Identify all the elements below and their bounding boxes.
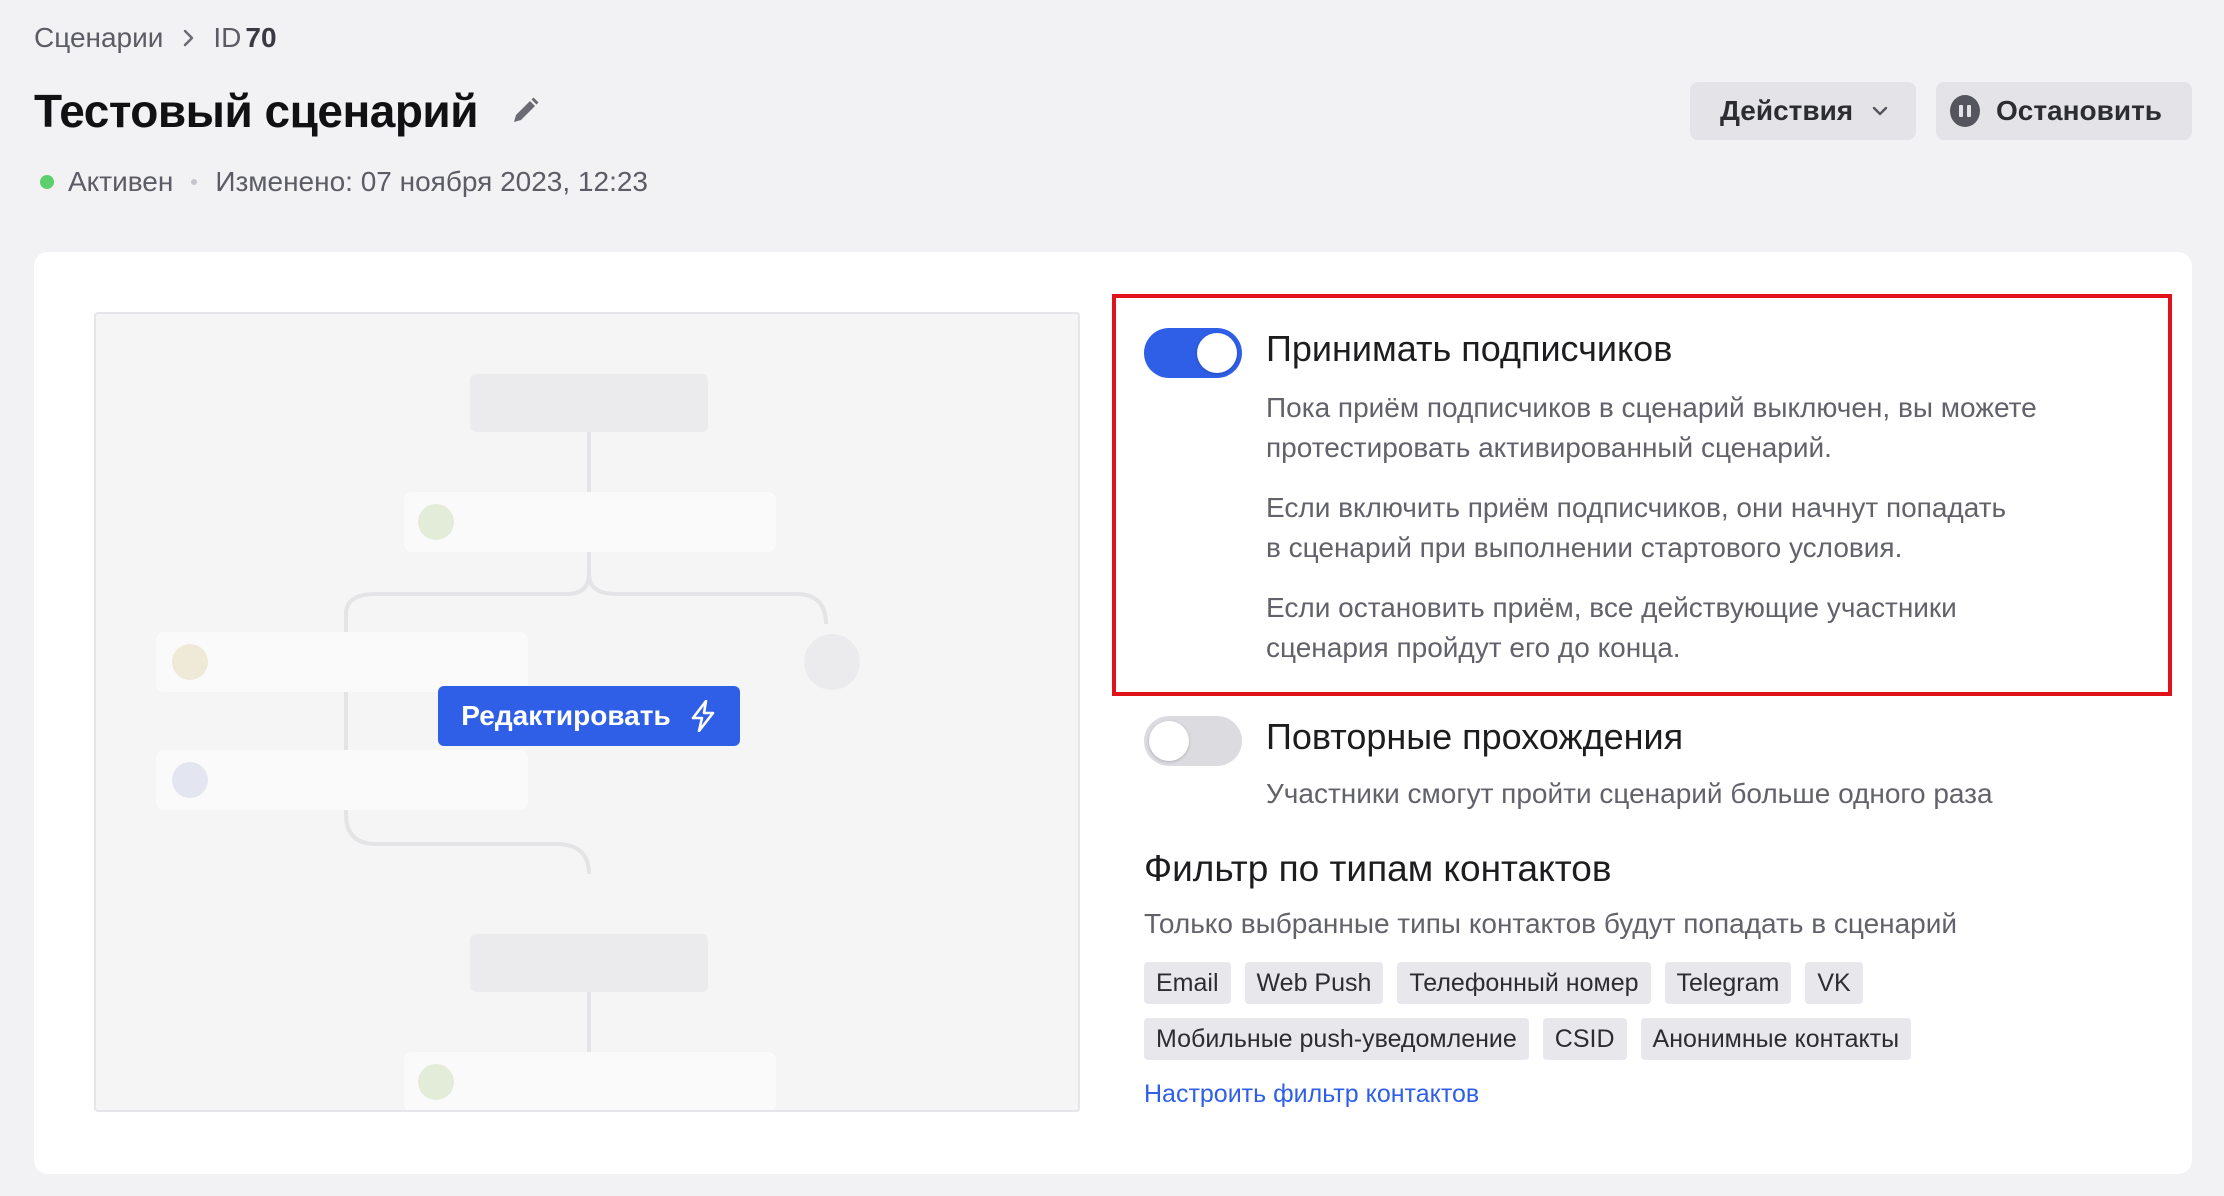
accept-desc-2-line-2: в сценарий при выполнении стартового усл…: [1266, 532, 1903, 563]
accept-subscribers-title: Принимать подписчиков: [1266, 328, 1673, 369]
chip-anonymous: Анонимные контакты: [1640, 1018, 1912, 1060]
accept-subscribers-toggle[interactable]: [1144, 328, 1242, 378]
filter-section-desc: Только выбранные типы контактов будут по…: [1144, 908, 1958, 939]
accept-desc-1: Пока приём подписчиков в сценарий выключ…: [1266, 388, 2037, 468]
chevron-down-icon: [1869, 100, 1891, 122]
bolt-icon: [689, 700, 717, 732]
chip-csid: CSID: [1542, 1018, 1627, 1060]
accept-desc-3-line-1: Если остановить приём, все действующие у…: [1266, 592, 1957, 623]
breadcrumb-scenarios-link[interactable]: Сценарии: [34, 22, 163, 54]
scenario-preview: Редактировать: [94, 312, 1080, 1112]
repeat-passes-desc: Участники смогут пройти сценарий больше …: [1266, 778, 1993, 809]
separator-dot: [191, 179, 198, 185]
pencil-icon[interactable]: [508, 94, 542, 128]
scenario-card: Редактировать Принимать подписчиков Пока…: [34, 252, 2192, 1174]
accept-desc-2-line-1: Если включить приём подписчиков, они нач…: [1266, 492, 2007, 523]
chip-vk: VK: [1805, 962, 1863, 1004]
pause-icon: [1950, 95, 1980, 127]
toggle-knob: [1149, 721, 1189, 761]
id-value: 70: [245, 22, 277, 53]
chip-telegram: Telegram: [1664, 962, 1792, 1004]
status-active-dot: [40, 175, 54, 189]
stop-label: Остановить: [1995, 95, 2162, 126]
status-text: Активен: [68, 166, 174, 197]
chip-web-push: Web Push: [1244, 962, 1384, 1004]
page-title: Тестовый сценарий: [34, 85, 478, 137]
status-row: Активен Изменено: 07 ноября 2023, 12:23: [40, 166, 648, 198]
id-prefix: ID: [213, 22, 242, 53]
breadcrumb: Сценарии ID 70: [34, 22, 277, 54]
breadcrumb-current-id: ID 70: [213, 22, 276, 54]
filter-section-title: Фильтр по типам контактов: [1144, 848, 1612, 889]
accept-desc-3-line-2: сценария пройдут его до конца.: [1266, 632, 1681, 663]
scenario-page: Сценарии ID 70 Тестовый сценарий Активен…: [0, 0, 2224, 1196]
actions-label: Действия: [1720, 95, 1854, 126]
stop-button[interactable]: Остановить: [1936, 82, 2192, 140]
title-row: Тестовый сценарий: [34, 84, 542, 138]
contact-type-chips: Email Web Push Телефонный номер Telegram…: [1144, 962, 2164, 1060]
modified-text: Изменено: 07 ноября 2023, 12:23: [215, 166, 648, 197]
accept-desc-1-line-2: протестировать активированный сценарий.: [1266, 432, 1832, 463]
edit-scenario-button[interactable]: Редактировать: [438, 686, 740, 746]
edit-label: Редактировать: [461, 700, 671, 731]
repeat-passes-title: Повторные прохождения: [1266, 716, 1684, 757]
chip-email: Email: [1144, 962, 1231, 1004]
actions-dropdown-button[interactable]: Действия: [1690, 82, 1916, 140]
accept-desc-3: Если остановить приём, все действующие у…: [1266, 588, 1957, 668]
accept-desc-2: Если включить приём подписчиков, они нач…: [1266, 488, 2006, 568]
chip-phone: Телефонный номер: [1397, 962, 1651, 1004]
toggle-knob: [1197, 333, 1237, 373]
repeat-passes-toggle[interactable]: [1144, 716, 1242, 766]
configure-filter-link[interactable]: Настроить фильтр контактов: [1144, 1080, 1479, 1109]
chip-mobile-push: Мобильные push-уведомление: [1144, 1018, 1529, 1060]
chevron-right-icon: [177, 27, 199, 49]
accept-desc-1-line-1: Пока приём подписчиков в сценарий выключ…: [1266, 392, 2037, 423]
